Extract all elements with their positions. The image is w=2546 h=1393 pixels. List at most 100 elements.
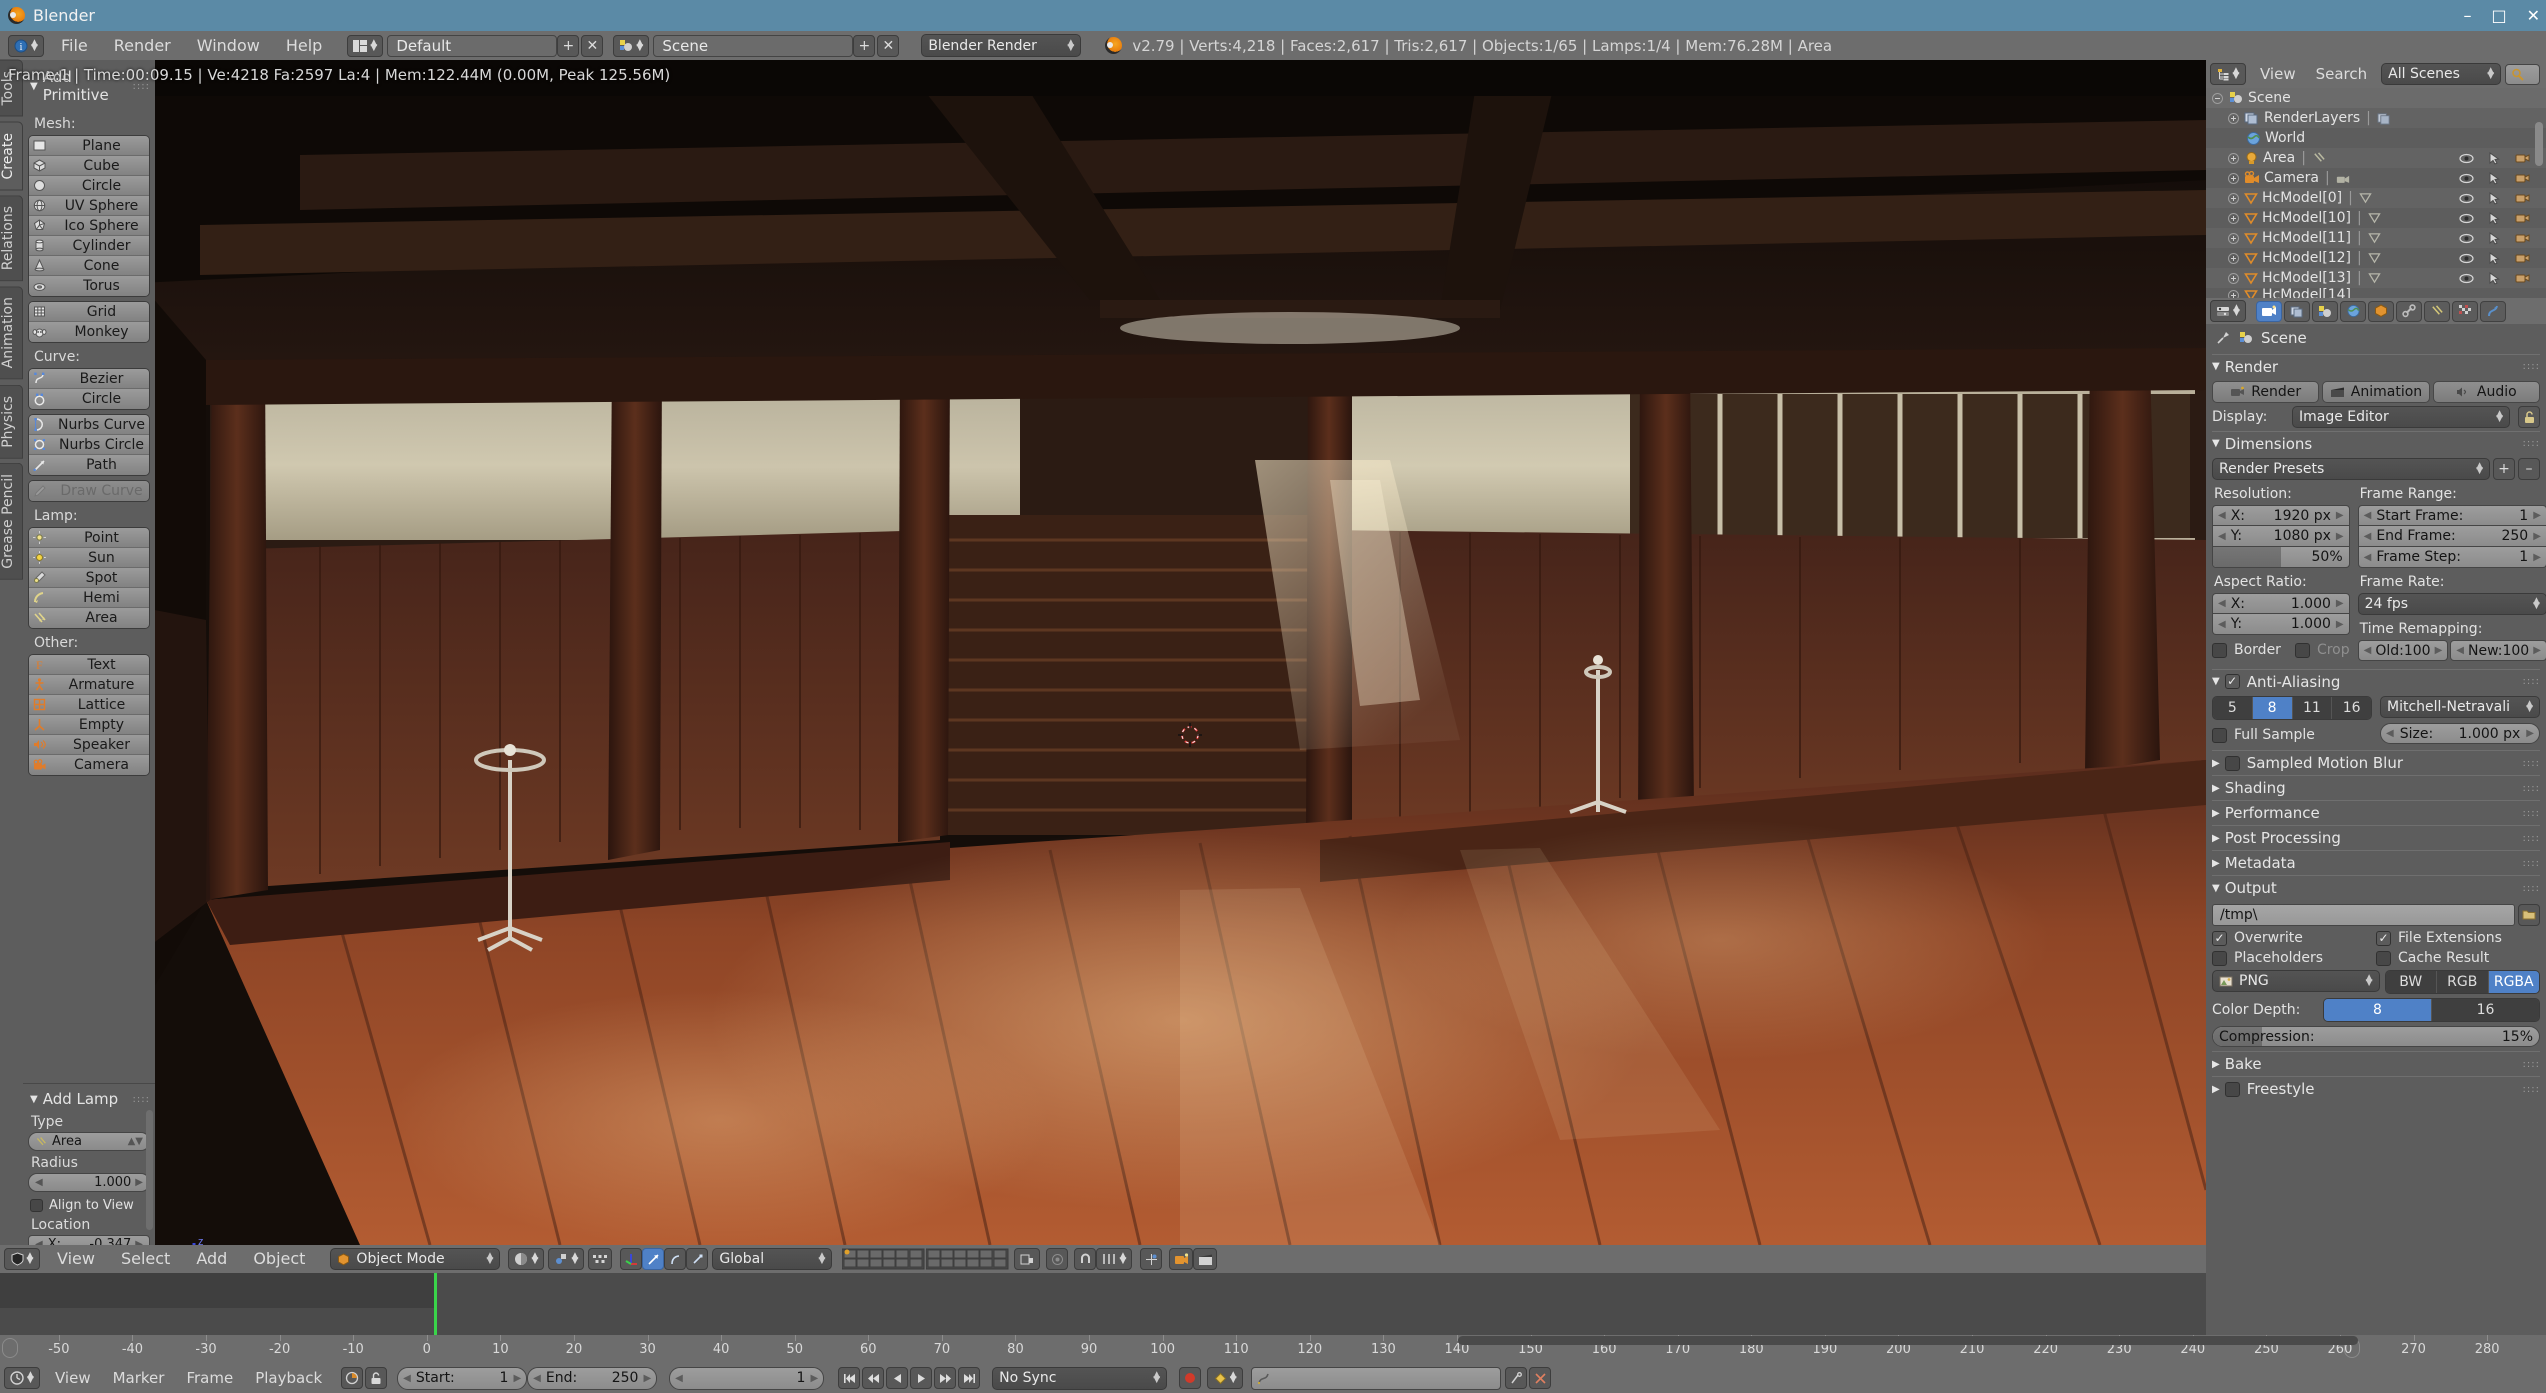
aa-sample-8[interactable]: 8: [2252, 697, 2293, 719]
chevron-left-icon[interactable]: ◀: [2218, 619, 2226, 630]
properties-tab-render[interactable]: [2256, 300, 2282, 322]
delete-scene-button[interactable]: ✕: [877, 34, 900, 57]
camera-restrict-icon[interactable]: [2515, 192, 2530, 204]
resolution-y-field[interactable]: ◀ Y: 1080 px ▶: [2212, 526, 2350, 547]
camera-restrict-icon[interactable]: [2515, 252, 2530, 264]
opengl-render-animation-button[interactable]: [1193, 1248, 1218, 1270]
placeholders-checkbox[interactable]: [2212, 950, 2227, 966]
eye-icon[interactable]: [2459, 193, 2474, 204]
expand-toggle-icon[interactable]: [2228, 192, 2239, 204]
toolshelf-tab-physics[interactable]: Physics: [0, 384, 23, 459]
overwrite-toggle[interactable]: Overwrite: [2212, 930, 2376, 946]
aa-sample-11[interactable]: 11: [2292, 697, 2333, 719]
render-section-header[interactable]: ▼ Render ::::: [2212, 354, 2540, 378]
add-sun-lamp-button[interactable]: Sun: [29, 548, 149, 568]
manipulator-toggle[interactable]: [620, 1248, 643, 1270]
performance-section[interactable]: ▶ Performance ::::: [2212, 800, 2540, 825]
chevron-right-icon[interactable]: ▶: [2533, 510, 2541, 521]
chevron-left-icon[interactable]: ◀: [2364, 510, 2372, 521]
add-empty-button[interactable]: Empty: [29, 715, 149, 735]
chevron-left-icon[interactable]: ◀: [675, 1373, 683, 1384]
chevron-right-icon[interactable]: ▶: [2533, 531, 2541, 542]
chevron-left-icon[interactable]: ◀: [403, 1373, 411, 1384]
auto-keyframe-button[interactable]: [341, 1367, 364, 1389]
overwrite-checkbox[interactable]: [2212, 930, 2227, 946]
chevron-right-icon[interactable]: ▶: [135, 1239, 143, 1245]
file-extensions-toggle[interactable]: File Extensions: [2376, 930, 2540, 946]
delete-layout-button[interactable]: ✕: [581, 34, 604, 57]
chevron-right-icon[interactable]: ▶: [2435, 645, 2443, 656]
timeline-menu-marker[interactable]: Marker: [102, 1367, 176, 1389]
collapse-toggle-icon[interactable]: [2212, 92, 2223, 104]
properties-tab-world[interactable]: [2340, 300, 2366, 322]
properties-tab-object[interactable]: [2368, 300, 2394, 322]
outliner-row-renderlayers[interactable]: RenderLayers |: [2206, 108, 2546, 128]
lamp-type-dropdown[interactable]: Area ▲▼: [28, 1132, 150, 1151]
minimize-icon[interactable]: –: [2463, 7, 2471, 24]
add-nurbs-circle-button[interactable]: Nurbs Circle: [29, 435, 149, 455]
scene-layers-grid[interactable]: [842, 1248, 926, 1270]
outliner-row-hcmodel-13[interactable]: HcModel[13] |: [2206, 268, 2546, 288]
camera-restrict-icon[interactable]: [2515, 212, 2530, 224]
cursor-arrow-icon[interactable]: [2489, 231, 2500, 245]
resolution-x-field[interactable]: ◀ X: 1920 px ▶: [2212, 505, 2350, 526]
keying-set-field[interactable]: [1251, 1366, 1502, 1390]
output-section-header[interactable]: ▼ Output ::::: [2212, 875, 2540, 900]
properties-tab-material[interactable]: [2452, 300, 2478, 322]
eye-icon[interactable]: [2459, 173, 2474, 184]
eye-icon[interactable]: [2459, 153, 2474, 164]
location-x-field[interactable]: ◀ X: -0.347 ▶: [28, 1235, 150, 1245]
remove-preset-button[interactable]: –: [2518, 458, 2540, 480]
jump-to-start-button[interactable]: [838, 1367, 861, 1389]
color-mode-rgb[interactable]: RGB: [2437, 971, 2489, 993]
time-remap-new-field[interactable]: ◀ New: 100 ▶: [2450, 640, 2546, 661]
chevron-right-icon[interactable]: ▶: [2336, 598, 2344, 609]
start-frame-field[interactable]: ◀ Start Frame: 1 ▶: [2357, 505, 2546, 526]
camera-restrict-icon[interactable]: [2515, 152, 2530, 164]
expand-toggle-icon[interactable]: [2228, 289, 2239, 298]
3d-viewport[interactable]: Frame:1 | Time:00:09.15 | Ve:4218 Fa:259…: [0, 60, 2206, 1245]
timeline-scroll-handle-left[interactable]: [2, 1338, 18, 1358]
add-lamp-header[interactable]: ▼ Add Lamp ::::: [28, 1088, 150, 1110]
aa-sample-5[interactable]: 5: [2213, 697, 2253, 719]
sampled-motion-blur-section[interactable]: ▶ Sampled Motion Blur ::::: [2212, 750, 2540, 775]
camera-restrict-icon[interactable]: [2515, 172, 2530, 184]
outliner-row-camera[interactable]: Camera |: [2206, 168, 2546, 188]
eye-icon[interactable]: [2459, 273, 2474, 284]
interaction-mode-selector[interactable]: Object Mode ▲ ▼: [330, 1248, 501, 1270]
crop-toggle[interactable]: Crop: [2294, 642, 2350, 658]
chevron-left-icon[interactable]: ◀: [35, 1239, 43, 1245]
add-monkey-button[interactable]: Monkey: [29, 322, 149, 342]
sync-mode-selector[interactable]: No Sync ▲ ▼: [992, 1366, 1168, 1390]
chevron-right-icon[interactable]: ▶: [513, 1373, 521, 1384]
aspect-y-field[interactable]: ◀ Y: 1.000 ▶: [2212, 614, 2350, 635]
chevron-left-icon[interactable]: ◀: [2386, 728, 2394, 739]
view3d-menu-view[interactable]: View: [44, 1248, 108, 1270]
outliner-menu-search[interactable]: Search: [2306, 63, 2378, 85]
chevron-right-icon[interactable]: ▶: [2336, 510, 2344, 521]
delete-keyframe-button[interactable]: [1529, 1367, 1552, 1389]
add-spot-lamp-button[interactable]: Spot: [29, 568, 149, 588]
outliner-row-hcmodel-12[interactable]: HcModel[12] |: [2206, 248, 2546, 268]
view3d-menu-object[interactable]: Object: [240, 1248, 318, 1270]
scene-name-field[interactable]: Scene: [653, 34, 854, 57]
add-preset-button[interactable]: +: [2493, 458, 2515, 480]
add-torus-button[interactable]: Torus: [29, 276, 149, 296]
transform-orientation-selector[interactable]: Global ▲ ▼: [712, 1248, 833, 1270]
record-button[interactable]: [1179, 1367, 1202, 1389]
timeline-menu-playback[interactable]: Playback: [244, 1367, 333, 1389]
start-frame-timeline-field[interactable]: ◀ Start: 1 ▶: [397, 1366, 528, 1390]
chevron-right-icon[interactable]: ▶: [2533, 645, 2541, 656]
cache-result-checkbox[interactable]: [2376, 950, 2391, 966]
add-bezier-button[interactable]: Bezier: [29, 369, 149, 389]
output-path-input[interactable]: /tmp\: [2212, 904, 2515, 926]
next-keyframe-button[interactable]: [934, 1367, 957, 1389]
motion-blur-checkbox[interactable]: [2224, 755, 2240, 771]
aa-filter-selector[interactable]: Mitchell-Netravali ▲ ▼: [2380, 696, 2540, 718]
lock-interface-button[interactable]: [2518, 406, 2540, 428]
lock-timeline-button[interactable]: [365, 1367, 388, 1389]
menu-render[interactable]: Render: [101, 35, 184, 57]
view3d-menu-select[interactable]: Select: [108, 1248, 183, 1270]
add-cube-button[interactable]: Cube: [29, 156, 149, 176]
antialiasing-checkbox[interactable]: [2224, 674, 2240, 689]
